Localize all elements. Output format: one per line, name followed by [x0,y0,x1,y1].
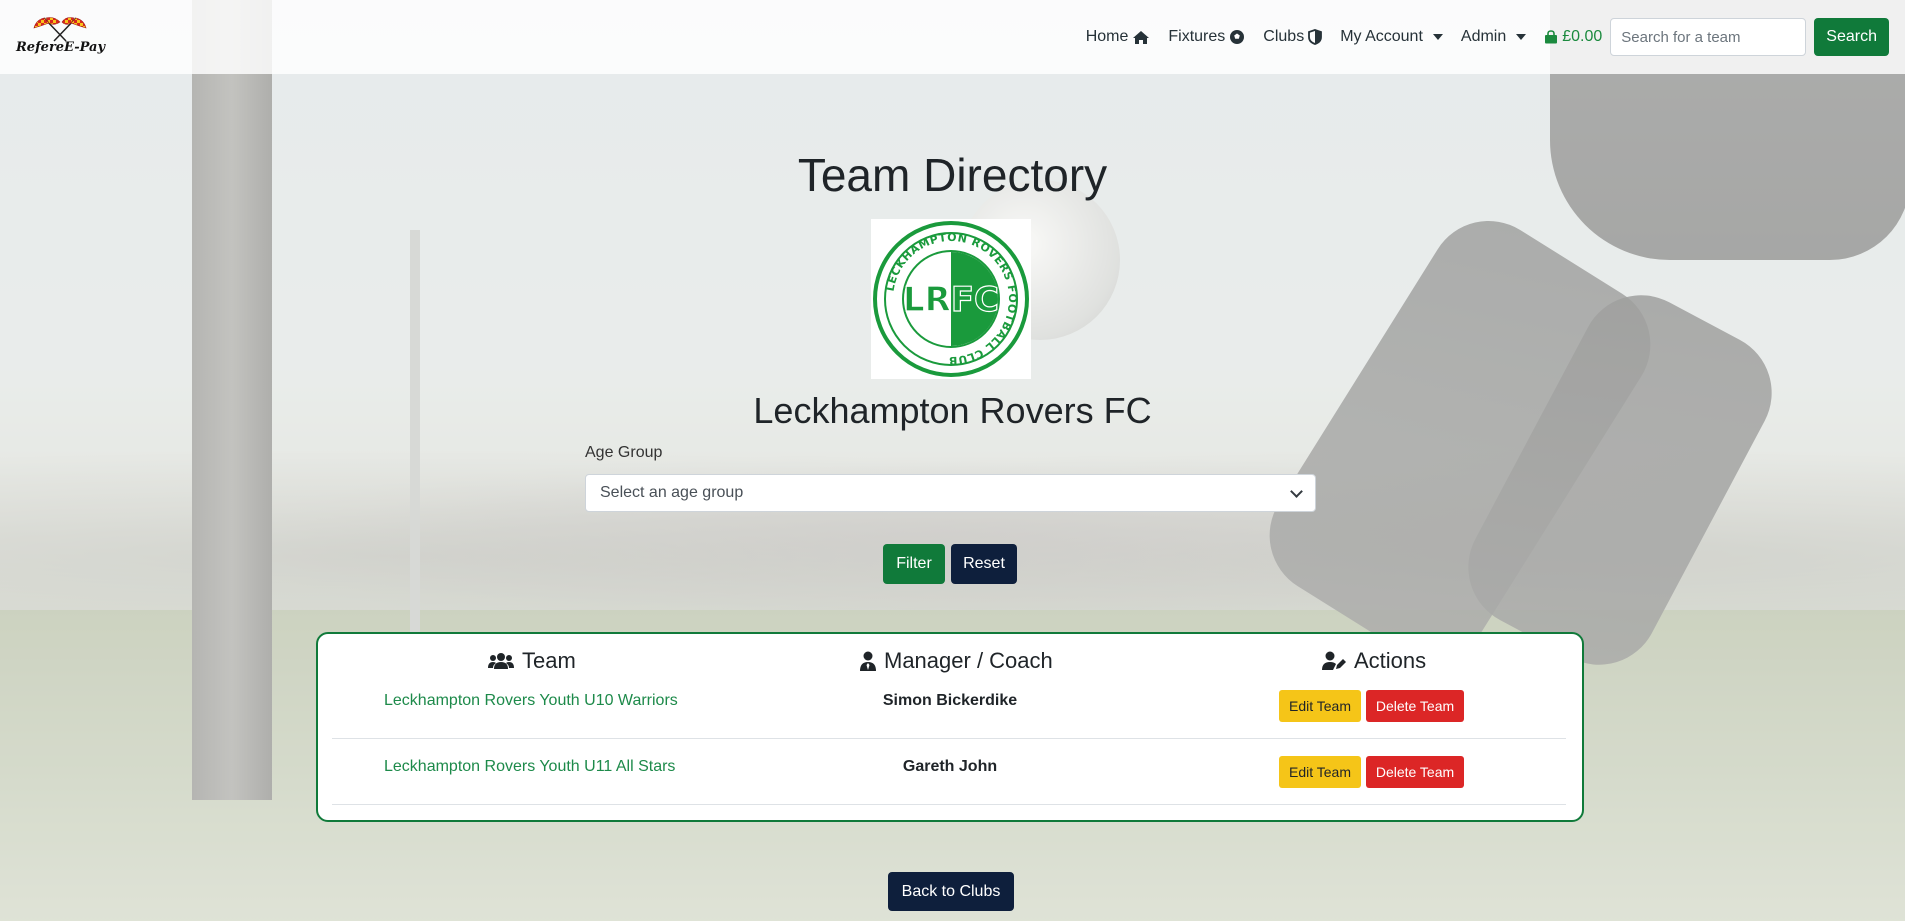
search-input[interactable] [1610,18,1807,56]
nav-fixtures-label: Fixtures [1168,28,1226,45]
user-tie-icon [860,651,876,671]
reset-button[interactable]: Reset [951,544,1017,584]
edit-team-button[interactable]: Edit Team [1279,690,1361,722]
home-icon [1133,30,1150,44]
search-button[interactable]: Search [1814,18,1889,56]
team-header: Team [488,648,576,674]
actions-header: Actions [1322,648,1426,674]
users-icon [488,653,514,669]
club-name: Leckhampton Rovers FC [753,390,1152,431]
manager-name: Gareth John [902,758,998,775]
nav-home[interactable]: Home [1086,28,1151,46]
manager-name: Simon Bickerdike [882,692,1018,709]
delete-team-button[interactable]: Delete Team [1366,690,1464,722]
basket-total: £0.00 [1562,28,1603,45]
brand-logo[interactable]: RefereE-Pay [16,14,106,62]
football-icon [1230,30,1245,44]
club-initials: LRFC [903,280,999,320]
page-title: Team Directory [797,149,1108,201]
age-group-selected: Select an age group [600,484,744,501]
nav-home-label: Home [1085,28,1129,45]
age-group-label: Age Group [585,444,663,461]
team-link[interactable]: Leckhampton Rovers Youth U11 All Stars [384,758,675,776]
nav-admin-label: Admin [1460,28,1507,45]
nav-my-account-label: My Account [1340,28,1423,45]
manager-header: Manager / Coach [860,648,1053,674]
team-link[interactable]: Leckhampton Rovers Youth U10 Warriors [384,692,678,710]
nav-fixtures[interactable]: Fixtures [1168,28,1245,46]
club-logo: LECKHAMPTON ROVERS FOOTBALL CLUB LRFC [871,219,1031,379]
shield-icon [1308,29,1323,45]
age-group-select[interactable]: Select an age group [585,474,1316,512]
navbar: RefereE-Pay Home Fixtures Clubs My Accou… [0,0,1905,74]
nav-clubs-label: Clubs [1263,28,1305,45]
chevron-down-icon [1432,34,1443,40]
user-edit-icon [1322,651,1346,670]
filter-button[interactable]: Filter [883,544,945,584]
delete-team-button[interactable]: Delete Team [1366,756,1464,788]
shopping-bag-icon [1545,30,1558,44]
chevron-down-icon [1290,484,1303,498]
brand-name: RefereE-Pay [16,40,106,55]
edit-team-button[interactable]: Edit Team [1279,756,1361,788]
club-crest-icon: LECKHAMPTON ROVERS FOOTBALL CLUB LRFC [873,221,1029,377]
nav-admin[interactable]: Admin [1460,28,1527,46]
nav-basket[interactable]: £0.00 [1544,28,1602,46]
team-header-label: Team [522,648,576,673]
chevron-down-icon [1516,34,1527,40]
actions-header-label: Actions [1354,648,1427,673]
checkered-flags-icon [33,17,87,42]
nav-links: Home Fixtures Clubs My Account Admin £0.… [1086,0,1905,74]
manager-header-label: Manager / Coach [884,648,1053,673]
back-to-clubs-button[interactable]: Back to Clubs [888,872,1014,911]
nav-clubs[interactable]: Clubs [1263,28,1323,46]
nav-my-account[interactable]: My Account [1340,28,1443,46]
